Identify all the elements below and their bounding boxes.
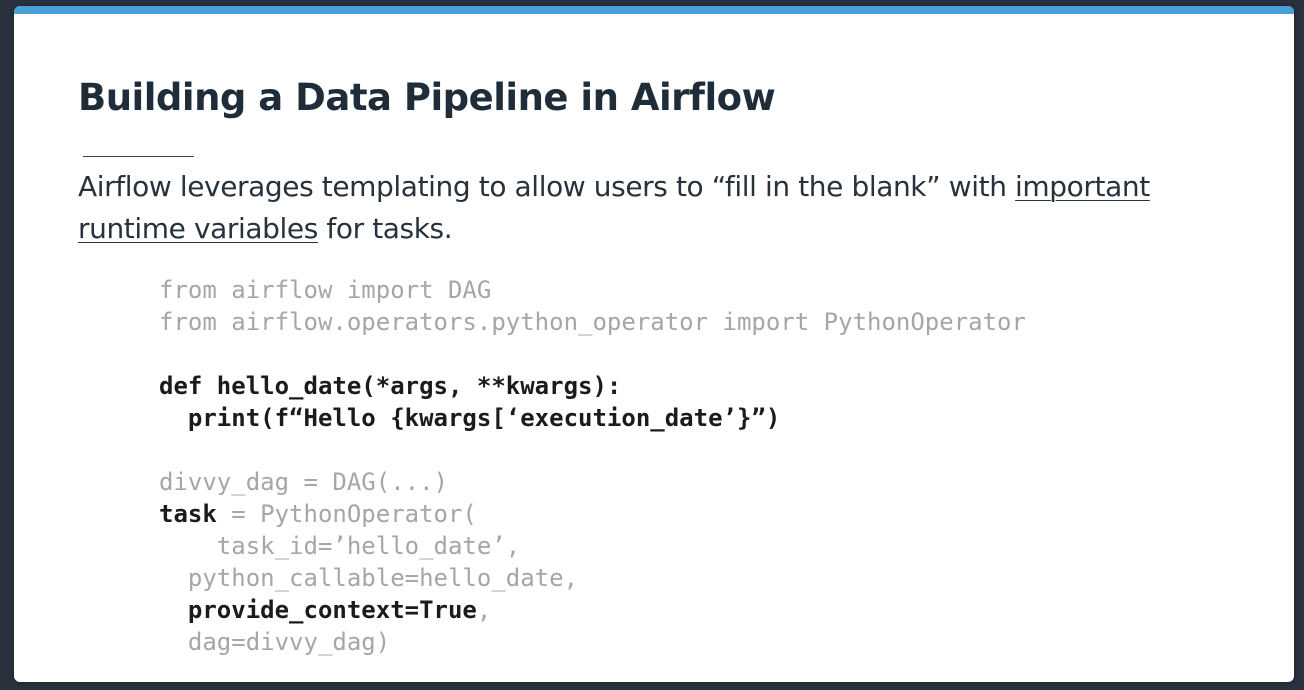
paragraph-text-before: Airflow leverages templating to allow us…: [78, 170, 1016, 203]
code-comma: ,: [476, 596, 492, 624]
code-line-dag: divvy_dag = DAG(...): [159, 468, 448, 496]
code-line-dag-arg: dag=divvy_dag): [159, 628, 391, 656]
code-provide-context: provide_context=True: [159, 596, 477, 624]
code-line-callable: python_callable=hello_date,: [159, 564, 579, 592]
accent-bar: [14, 6, 1294, 14]
slide-paragraph: Airflow leverages templating to allow us…: [78, 166, 1248, 250]
code-line-task: task = PythonOperator(: [159, 498, 477, 530]
code-line-provide-context: provide_context=True,: [159, 594, 491, 626]
code-line-import-operator: from airflow.operators.python_operator i…: [159, 308, 1026, 336]
title-divider: [83, 156, 194, 157]
code-line-print: print(f“Hello {kwargs[‘execution_date’}”…: [159, 404, 781, 432]
code-task-rest: = PythonOperator(: [216, 500, 477, 528]
code-task-keyword: task: [159, 500, 217, 528]
paragraph-text-after: for tasks.: [317, 212, 453, 245]
code-line-import-dag: from airflow import DAG: [159, 276, 492, 304]
code-line-def: def hello_date(*args, **kwargs):: [159, 372, 622, 400]
code-line-task-id: task_id=’hello_date’,: [159, 532, 521, 560]
slide: Building a Data Pipeline in Airflow Airf…: [14, 6, 1294, 682]
slide-title: Building a Data Pipeline in Airflow: [78, 76, 776, 119]
code-block: from airflow import DAG from airflow.ope…: [159, 274, 1026, 656]
